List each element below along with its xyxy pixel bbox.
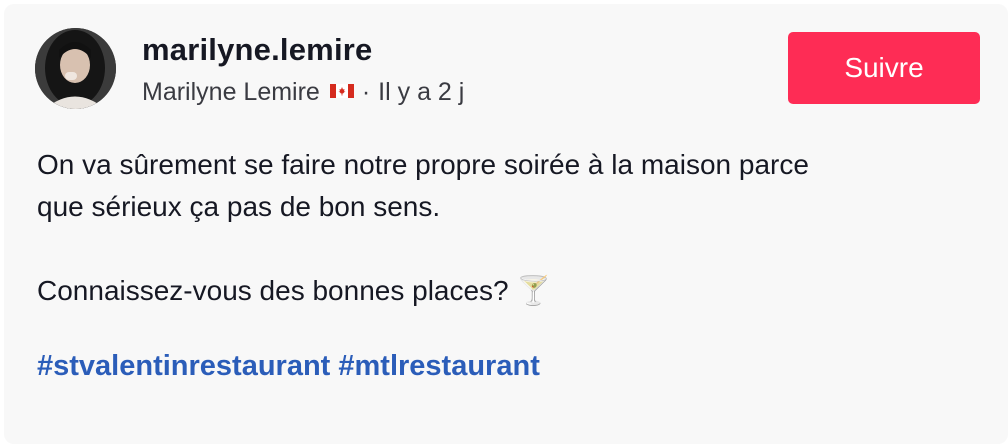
post-caption: On va sûrement se faire notre propre soi… — [37, 144, 977, 312]
hashtag-link[interactable]: #stvalentinrestaurant — [37, 350, 330, 382]
follow-button[interactable]: Suivre — [788, 32, 980, 104]
hashtag-list: #stvalentinrestaurant #mtlrestaurant — [37, 350, 540, 383]
post-time: Il y a 2 j — [378, 78, 465, 106]
caption-line: On va sûrement se faire notre propre soi… — [37, 149, 809, 180]
hashtag-link[interactable]: #mtlrestaurant — [338, 350, 539, 382]
canada-flag-icon — [329, 83, 354, 98]
separator-dot: · — [361, 78, 371, 106]
caption-line: que sérieux ça pas de bon sens. — [37, 191, 441, 222]
caption-line: Connaissez-vous des bonnes places? 🍸 — [37, 275, 552, 306]
post-card: marilyne.lemire Marilyne Lemire · Il y a… — [4, 4, 1008, 444]
avatar[interactable] — [35, 28, 116, 109]
avatar-photo-icon — [35, 28, 116, 109]
username[interactable]: marilyne.lemire — [142, 32, 372, 68]
display-name[interactable]: Marilyne Lemire — [142, 78, 320, 107]
author-subline: Marilyne Lemire · Il y a 2 j — [142, 78, 464, 107]
